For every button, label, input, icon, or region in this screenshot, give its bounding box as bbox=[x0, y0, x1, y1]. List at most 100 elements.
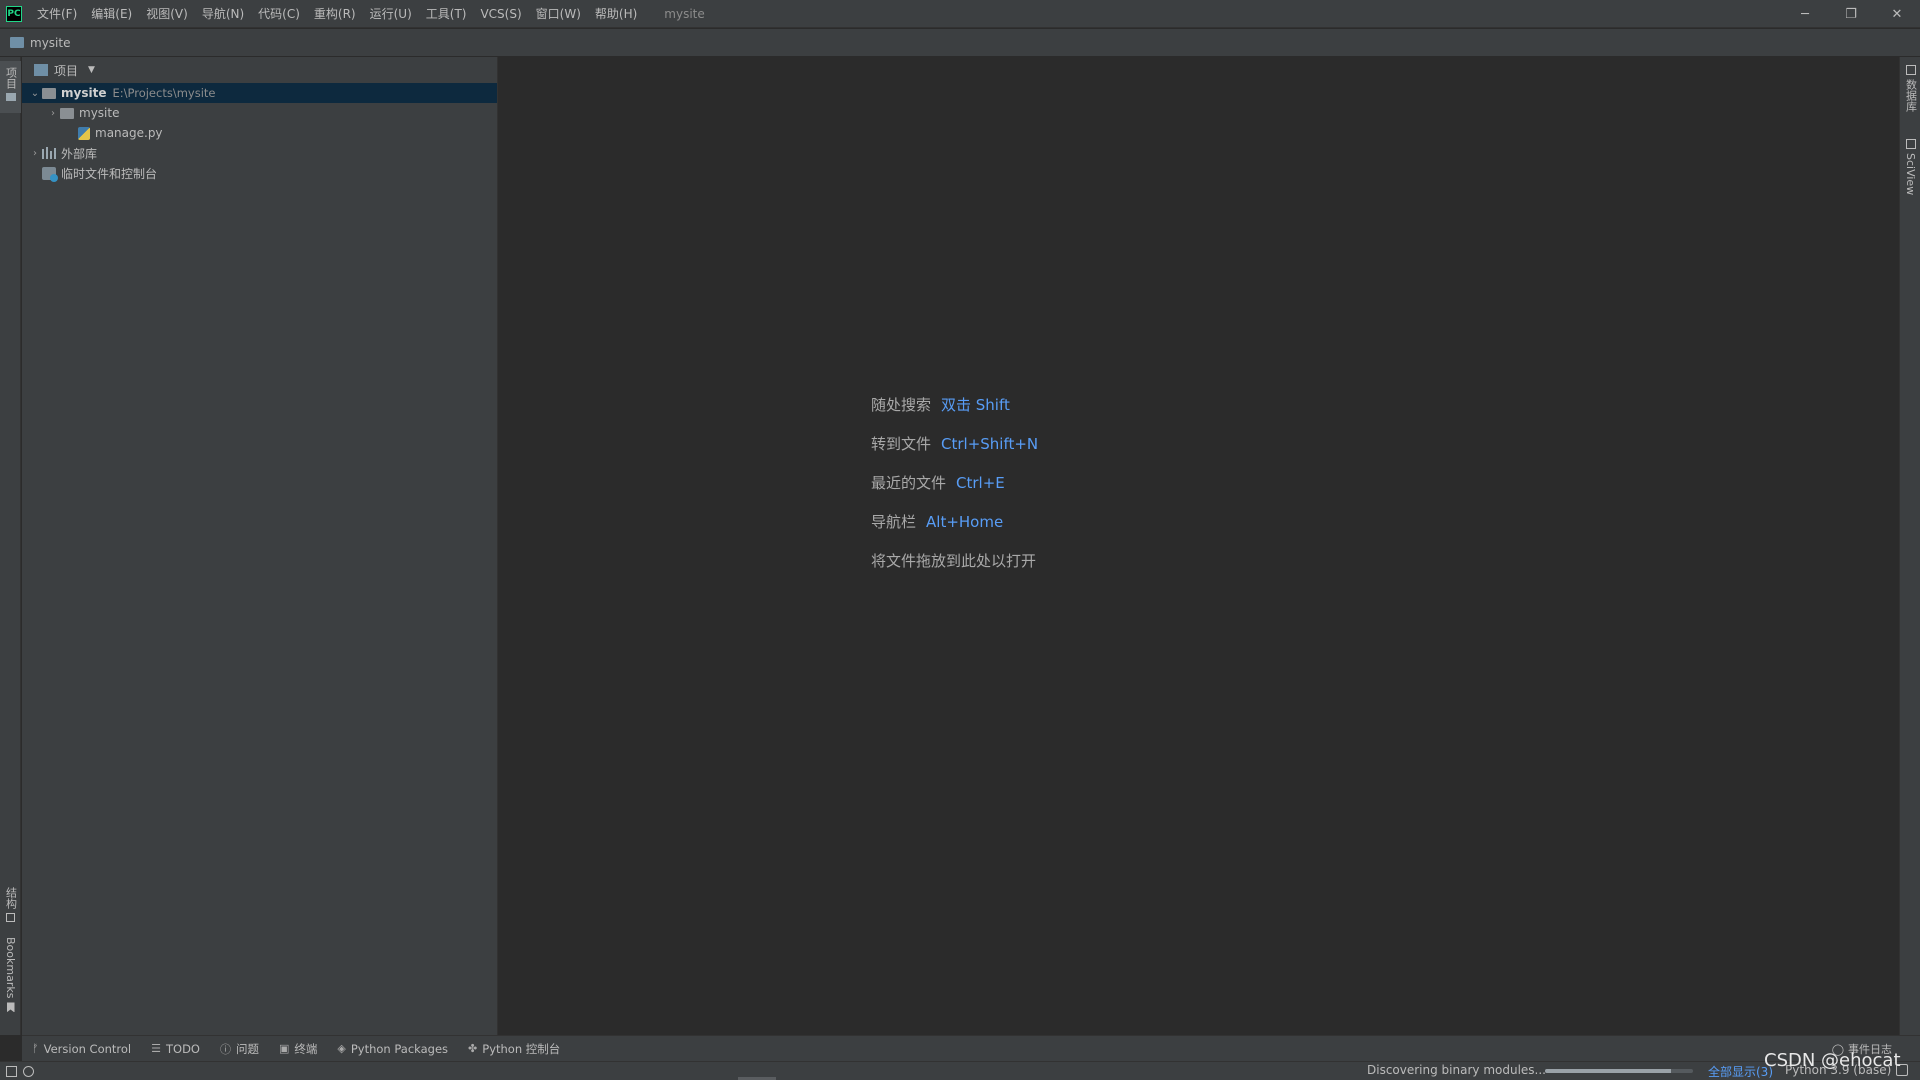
project-panel: 项目 ▼ ⌄ mysite E:\Projects\mysite › mysit… bbox=[22, 57, 498, 1035]
chevron-right-icon[interactable]: › bbox=[28, 148, 42, 159]
menu-help[interactable]: 帮助(H) bbox=[588, 0, 644, 28]
project-panel-header[interactable]: 项目 ▼ bbox=[22, 57, 497, 83]
tree-label: mysite bbox=[79, 106, 120, 120]
database-icon bbox=[1905, 65, 1916, 75]
terminal-button[interactable]: ▣ 终端 bbox=[269, 1036, 327, 1062]
tree-path-hint: E:\Projects\mysite bbox=[112, 86, 216, 100]
tree-row-mysite-package[interactable]: › mysite bbox=[22, 103, 497, 123]
tree-row-project-root[interactable]: ⌄ mysite E:\Projects\mysite bbox=[22, 83, 497, 103]
editor-area[interactable]: 随处搜索 双击 Shift 转到文件 Ctrl+Shift+N 最近的文件 Ct… bbox=[499, 57, 1899, 1035]
tool-label: TODO bbox=[166, 1041, 200, 1056]
background-tasks-icon[interactable] bbox=[23, 1065, 34, 1077]
hint-text: 将文件拖放到此处以打开 bbox=[871, 552, 1037, 570]
menu-navigate[interactable]: 导航(N) bbox=[195, 0, 251, 28]
breadcrumb-mysite[interactable]: mysite bbox=[30, 36, 70, 50]
hint-search-everywhere: 随处搜索 双击 Shift bbox=[871, 385, 1038, 424]
tree-label: 临时文件和控制台 bbox=[61, 166, 158, 181]
branch-icon: ᚠ bbox=[32, 1042, 39, 1055]
restore-button[interactable]: ❐ bbox=[1828, 0, 1874, 28]
bookmarks-tool-button[interactable]: Bookmarks bbox=[0, 937, 21, 1037]
version-control-button[interactable]: ᚠ Version Control bbox=[22, 1036, 141, 1062]
tree-label: 外部库 bbox=[61, 146, 98, 161]
layers-icon: ◈ bbox=[337, 1042, 346, 1055]
menu-view[interactable]: 视图(V) bbox=[139, 0, 195, 28]
bookmarks-tool-label: Bookmarks bbox=[4, 937, 17, 999]
progress-bar[interactable] bbox=[1545, 1069, 1693, 1073]
menu-refactor[interactable]: 重构(R) bbox=[307, 0, 363, 28]
tree-row-external-libraries[interactable]: › 外部库 bbox=[22, 143, 497, 163]
tree-row-scratches[interactable]: 临时文件和控制台 bbox=[22, 163, 497, 183]
python-console-button[interactable]: ✤ Python 控制台 bbox=[458, 1036, 570, 1062]
tree-label: manage.py bbox=[95, 126, 163, 140]
menu-code[interactable]: 代码(C) bbox=[251, 0, 307, 28]
menu-bar: PC 文件(F) 编辑(E) 视图(V) 导航(N) 代码(C) 重构(R) 运… bbox=[0, 0, 1920, 28]
minimize-button[interactable]: ─ bbox=[1782, 0, 1828, 28]
project-tool-label: 项目 bbox=[4, 67, 18, 89]
navigation-bar: mysite bbox=[0, 29, 1920, 57]
menu-edit[interactable]: 编辑(E) bbox=[84, 0, 139, 28]
menu-window[interactable]: 窗口(W) bbox=[529, 0, 588, 28]
sciview-tool-button[interactable]: SciView bbox=[1900, 139, 1920, 195]
status-left-icons bbox=[6, 1065, 34, 1077]
close-button[interactable]: ✕ bbox=[1874, 0, 1920, 28]
database-tool-button[interactable]: 数据库 bbox=[1900, 65, 1920, 112]
folder-icon bbox=[60, 107, 74, 119]
window-controls: ─ ❐ ✕ bbox=[1782, 0, 1920, 28]
progress-text: Discovering binary modules... bbox=[1367, 1063, 1546, 1077]
hint-shortcut: Ctrl+Shift+N bbox=[941, 434, 1039, 453]
hint-drop-files: 将文件拖放到此处以打开 bbox=[871, 541, 1038, 580]
hint-go-to-file: 转到文件 Ctrl+Shift+N bbox=[871, 424, 1038, 463]
project-view-icon bbox=[34, 64, 48, 76]
tool-label: Python Packages bbox=[350, 1041, 449, 1056]
tool-label: Version Control bbox=[43, 1041, 132, 1056]
hint-shortcut: 双击 Shift bbox=[941, 396, 1010, 414]
problems-button[interactable]: ⓘ 问题 bbox=[210, 1036, 269, 1062]
project-tool-button[interactable]: 项目 bbox=[0, 61, 21, 113]
info-icon: ⓘ bbox=[219, 1042, 231, 1056]
sciview-icon bbox=[1905, 139, 1916, 149]
editor-empty-hints: 随处搜索 双击 Shift 转到文件 Ctrl+Shift+N 最近的文件 Ct… bbox=[871, 385, 1038, 580]
menu-run[interactable]: 运行(U) bbox=[363, 0, 419, 28]
hint-text: 随处搜索 bbox=[871, 396, 932, 414]
list-icon: ☰ bbox=[151, 1042, 161, 1055]
tree-label: mysite bbox=[61, 86, 107, 100]
terminal-icon: ▣ bbox=[278, 1042, 290, 1055]
tree-row-manage-py[interactable]: manage.py bbox=[22, 123, 497, 143]
python-file-icon bbox=[78, 126, 90, 140]
right-tool-stripe: 数据库 SciView bbox=[1899, 57, 1920, 1035]
database-tool-label: 数据库 bbox=[1904, 79, 1918, 112]
menu-file[interactable]: 文件(F) bbox=[30, 0, 84, 28]
library-icon bbox=[42, 147, 56, 159]
pycharm-logo-icon: PC bbox=[6, 5, 22, 22]
project-folder-icon bbox=[10, 37, 24, 48]
folder-icon bbox=[42, 87, 56, 99]
toggle-tool-windows-icon[interactable] bbox=[6, 1065, 17, 1077]
hint-navigation-bar: 导航栏 Alt+Home bbox=[871, 502, 1038, 541]
left-tool-stripe: 项目 结构 Bookmarks bbox=[0, 57, 21, 1035]
hint-shortcut: Ctrl+E bbox=[956, 473, 1005, 492]
structure-tool-label: 结构 bbox=[4, 887, 18, 909]
tool-window-bar: ᚠ Version Control ☰ TODO ⓘ 问题 ▣ 终端 ◈ Pyt… bbox=[22, 1035, 1920, 1061]
bookmark-icon bbox=[6, 1002, 15, 1013]
tool-label: Python 控制台 bbox=[482, 1041, 561, 1056]
chevron-right-icon[interactable]: › bbox=[46, 108, 60, 119]
folder-icon bbox=[5, 93, 16, 101]
hint-shortcut: Alt+Home bbox=[926, 512, 1004, 531]
tool-label: 问题 bbox=[235, 1041, 259, 1056]
python-icon: ✤ bbox=[468, 1042, 478, 1055]
scratches-icon bbox=[42, 166, 58, 182]
project-view-label: 项目 bbox=[54, 63, 79, 78]
structure-icon bbox=[6, 913, 15, 922]
chevron-down-icon[interactable]: ▼ bbox=[88, 65, 95, 75]
todo-button[interactable]: ☰ TODO bbox=[141, 1036, 210, 1062]
hint-text: 转到文件 bbox=[871, 435, 932, 453]
menu-tools[interactable]: 工具(T) bbox=[419, 0, 474, 28]
hint-text: 导航栏 bbox=[871, 513, 917, 531]
hint-recent-files: 最近的文件 Ctrl+E bbox=[871, 463, 1038, 502]
window-title: mysite bbox=[664, 6, 705, 21]
tool-label: 终端 bbox=[294, 1041, 318, 1056]
chevron-down-icon[interactable]: ⌄ bbox=[28, 88, 42, 99]
menu-vcs[interactable]: VCS(S) bbox=[473, 0, 528, 28]
python-packages-button[interactable]: ◈ Python Packages bbox=[327, 1036, 458, 1062]
watermark-text: CSDN @ehocat bbox=[1764, 1050, 1901, 1071]
